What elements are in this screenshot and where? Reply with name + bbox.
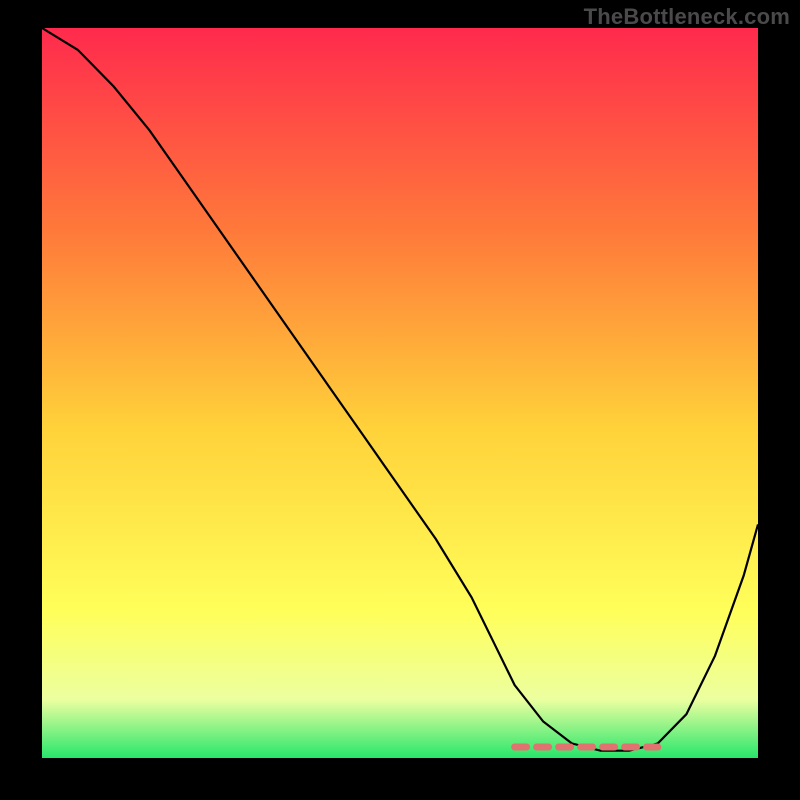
gradient-background <box>42 28 758 758</box>
chart-frame: TheBottleneck.com <box>0 0 800 800</box>
chart-svg <box>42 28 758 758</box>
plot-area <box>42 28 758 758</box>
watermark-text: TheBottleneck.com <box>584 4 790 30</box>
